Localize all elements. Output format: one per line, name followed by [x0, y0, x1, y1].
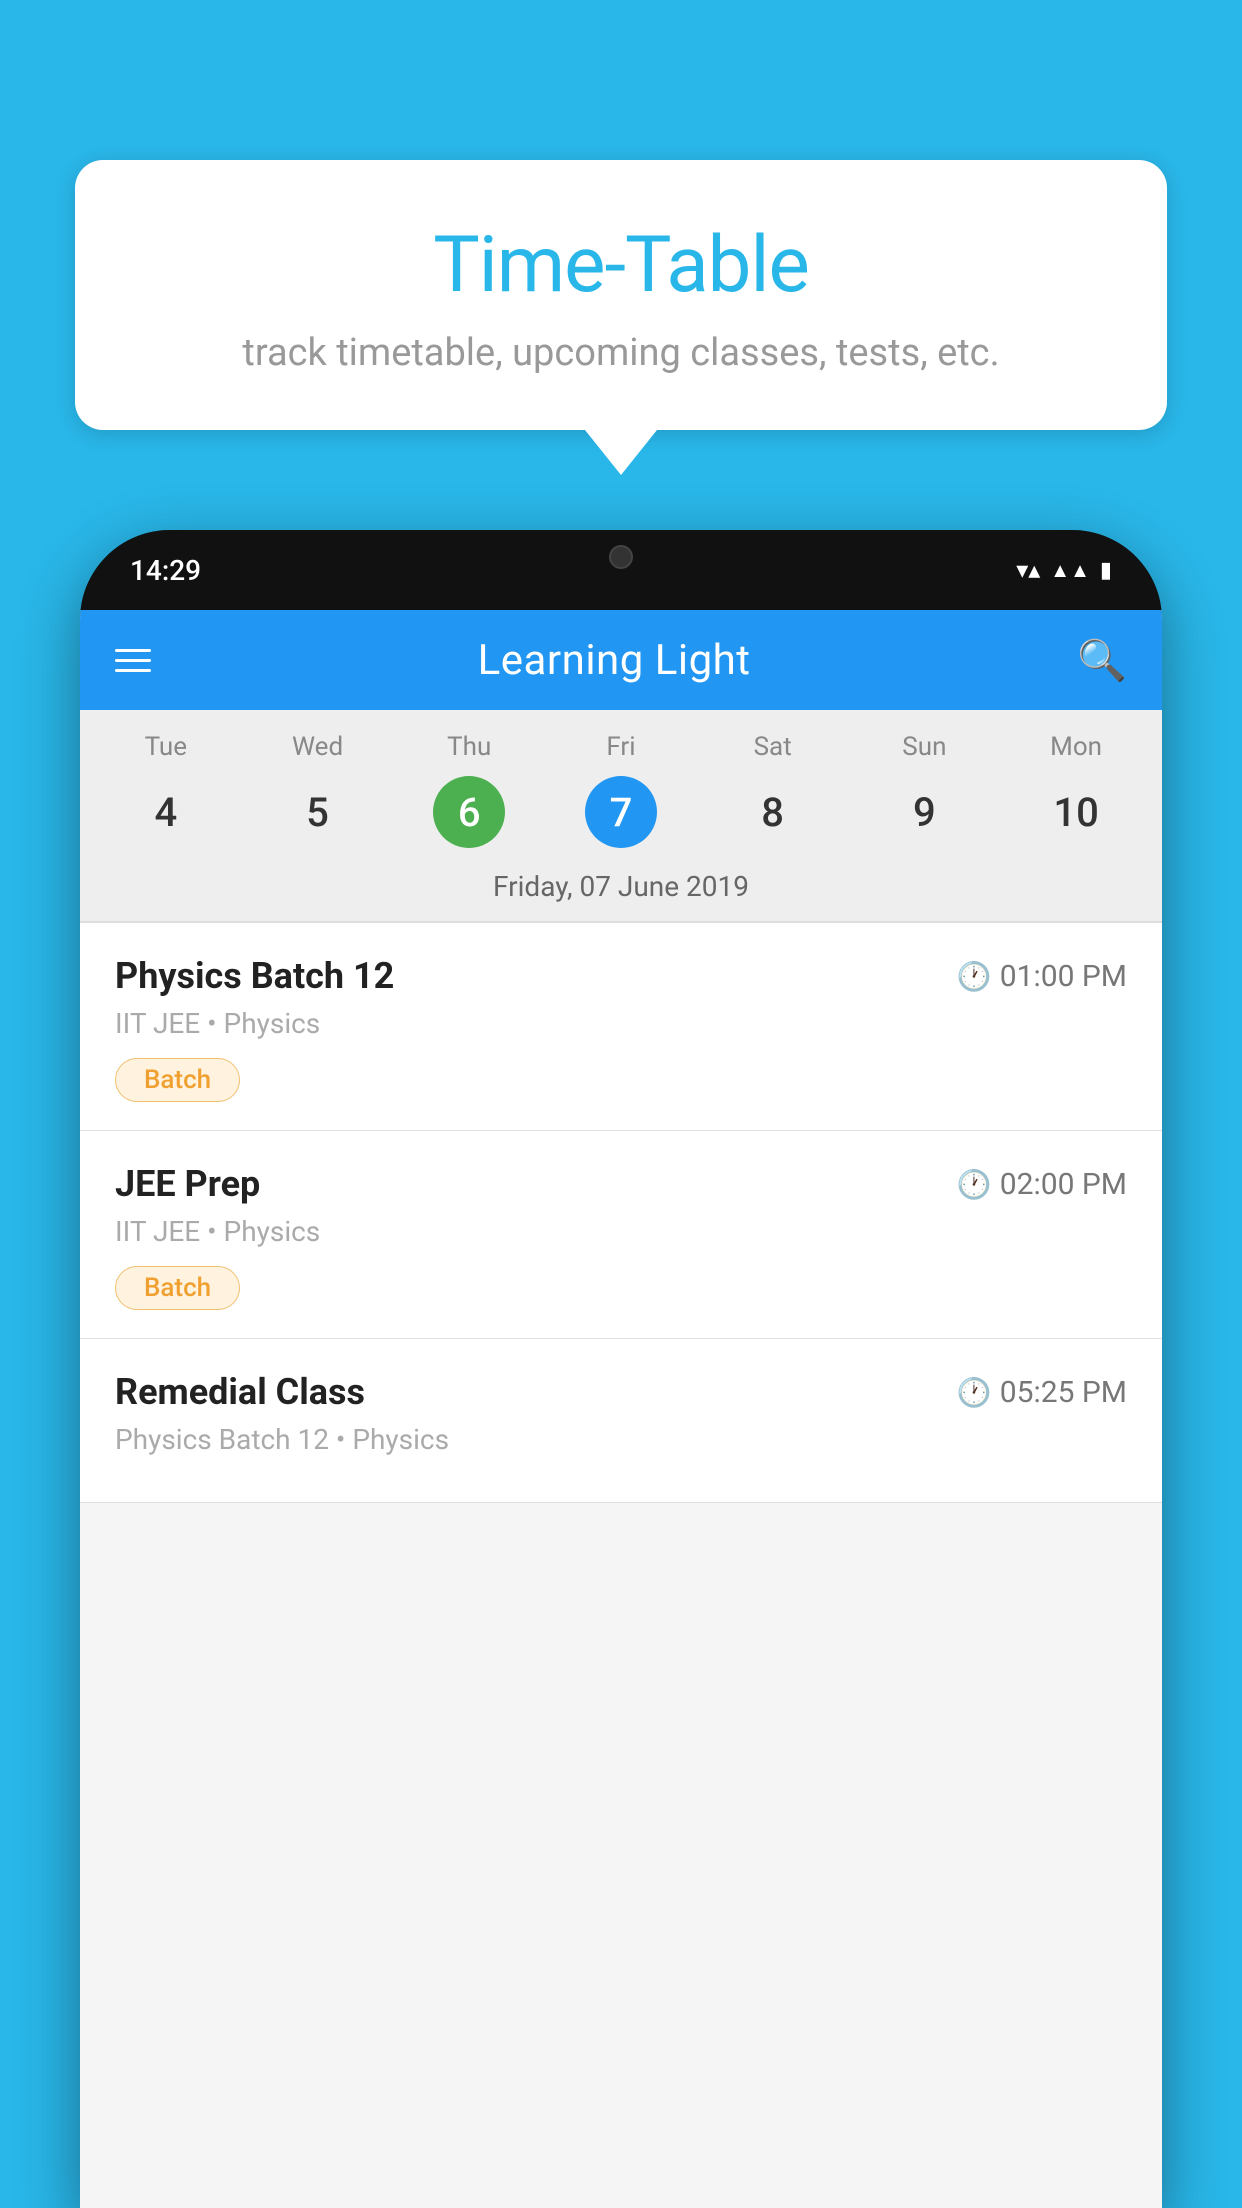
class-details: IIT JEE • Physics [115, 1215, 1127, 1248]
day-name: Mon [1050, 732, 1102, 762]
day-number[interactable]: 7 [585, 776, 657, 848]
battery-icon: ▮ [1100, 558, 1112, 583]
day-name: Sat [754, 732, 792, 762]
day-number[interactable]: 9 [888, 776, 960, 848]
selected-date-label: Friday, 07 June 2019 [80, 856, 1162, 921]
class-item-header: Physics Batch 12 🕐 01:00 PM [115, 955, 1127, 997]
day-col-sat[interactable]: Sat 8 [697, 732, 849, 848]
class-item[interactable]: JEE Prep 🕐 02:00 PM IIT JEE • Physics Ba… [80, 1131, 1162, 1339]
class-name: Physics Batch 12 [115, 955, 394, 997]
app-header: Learning Light 🔍 [80, 610, 1162, 710]
day-name: Thu [447, 732, 491, 762]
tooltip-bubble: Time-Table track timetable, upcoming cla… [75, 160, 1167, 430]
phone-status-bar: 14:29 ▾▴ ▲▲ ▮ [80, 530, 1162, 610]
signal-icon: ▲▲ [1050, 558, 1090, 583]
status-icons: ▾▴ ▲▲ ▮ [1016, 556, 1112, 584]
tooltip-title: Time-Table [135, 220, 1107, 311]
day-name: Sun [902, 732, 946, 762]
wifi-icon: ▾▴ [1016, 556, 1040, 584]
class-item[interactable]: Physics Batch 12 🕐 01:00 PM IIT JEE • Ph… [80, 923, 1162, 1131]
class-item-header: JEE Prep 🕐 02:00 PM [115, 1163, 1127, 1205]
day-col-mon[interactable]: Mon 10 [1000, 732, 1152, 848]
background: Time-Table track timetable, upcoming cla… [0, 0, 1242, 2208]
day-col-thu[interactable]: Thu 6 [393, 732, 545, 848]
calendar-section: Tue 4 Wed 5 Thu 6 Fri 7 Sat 8 Sun 9 Mon 10 Friday, 07… [80, 710, 1162, 921]
batch-badge: Batch [115, 1266, 240, 1310]
day-name: Wed [292, 732, 343, 762]
class-list: Physics Batch 12 🕐 01:00 PM IIT JEE • Ph… [80, 923, 1162, 1503]
phone-notch [541, 530, 701, 585]
batch-badge: Batch [115, 1058, 240, 1102]
class-item-header: Remedial Class 🕐 05:25 PM [115, 1371, 1127, 1413]
day-number[interactable]: 8 [737, 776, 809, 848]
day-number[interactable]: 10 [1040, 776, 1112, 848]
day-number[interactable]: 6 [433, 776, 505, 848]
search-icon[interactable]: 🔍 [1077, 637, 1127, 684]
class-item[interactable]: Remedial Class 🕐 05:25 PM Physics Batch … [80, 1339, 1162, 1503]
status-time: 14:29 [130, 554, 201, 587]
clock-icon: 🕐 [957, 960, 992, 993]
day-col-sun[interactable]: Sun 9 [849, 732, 1001, 848]
class-name: JEE Prep [115, 1163, 260, 1205]
clock-icon: 🕐 [957, 1168, 992, 1201]
day-name: Fri [606, 732, 635, 762]
class-details: IIT JEE • Physics [115, 1007, 1127, 1040]
day-number[interactable]: 5 [282, 776, 354, 848]
app-title: Learning Light [478, 636, 751, 685]
day-col-tue[interactable]: Tue 4 [90, 732, 242, 848]
day-name: Tue [145, 732, 187, 762]
class-name: Remedial Class [115, 1371, 365, 1413]
phone-camera [609, 545, 633, 569]
tooltip-subtitle: track timetable, upcoming classes, tests… [135, 331, 1107, 375]
day-number[interactable]: 4 [130, 776, 202, 848]
class-time: 🕐 05:25 PM [957, 1375, 1127, 1410]
phone-frame: 14:29 ▾▴ ▲▲ ▮ Learning Light 🔍 [80, 530, 1162, 2208]
menu-button[interactable] [115, 649, 151, 672]
app-screen: Learning Light 🔍 Tue 4 Wed 5 Thu 6 Fri 7 Sat 8 Sun… [80, 610, 1162, 2208]
clock-icon: 🕐 [957, 1376, 992, 1409]
day-col-fri[interactable]: Fri 7 [545, 732, 697, 848]
class-time: 🕐 02:00 PM [957, 1167, 1127, 1202]
class-details: Physics Batch 12 • Physics [115, 1423, 1127, 1456]
class-time: 🕐 01:00 PM [957, 959, 1127, 994]
days-row: Tue 4 Wed 5 Thu 6 Fri 7 Sat 8 Sun 9 Mon 10 [80, 710, 1162, 856]
day-col-wed[interactable]: Wed 5 [242, 732, 394, 848]
